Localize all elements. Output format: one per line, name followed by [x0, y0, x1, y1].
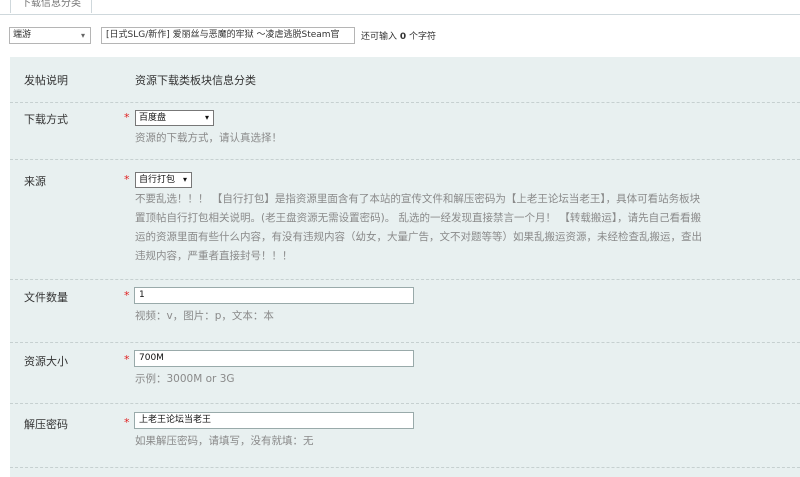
remaining-chars-text: 还可输入 0 个字符: [361, 29, 436, 42]
form-row-source: 来源 * 自行打包 ▾ 不要乱选！！！ 【自行打包】是指资源里面含有了本站的宣传…: [10, 159, 800, 280]
chevron-down-icon: ▾: [204, 113, 209, 122]
title-row: 端游 ▾ [日式SLG/新作] 爱丽丝与恶魔的牢狱 ～凌虐逃脱Steam官 还可…: [0, 26, 800, 46]
source-hint-line: 运的资源里面有些什么内容，有没有违规内容（幼女，大量广告，文不对题等等）如果乱搬…: [135, 231, 702, 243]
form-row-unzip-password: 解压密码 * 上老王论坛当老王 如果解压密码，请填写，没有就填：无: [10, 403, 800, 468]
required-mark: *: [124, 353, 130, 366]
chevron-down-icon: ▾: [182, 175, 187, 184]
unzip-password-hint: 如果解压密码，请填写，没有就填：无: [135, 435, 314, 447]
source-label: 来源: [24, 175, 46, 188]
unzip-password-input[interactable]: 上老王论坛当老王: [134, 412, 414, 429]
game-type-select-value: 端游: [13, 30, 32, 40]
game-type-select[interactable]: 端游 ▾: [9, 27, 91, 44]
resource-size-hint: 示例：3000M or 3G: [135, 373, 235, 385]
source-select[interactable]: 自行打包 ▾: [135, 172, 192, 188]
source-hint-line: 置顶帖自行打包相关说明。(老王盘资源无需设置密码)。 乱选的一经发现直接禁言一个…: [135, 212, 702, 224]
remain-count: 0: [399, 32, 407, 42]
file-count-hint: 视频：v，图片：p，文本：本: [135, 310, 274, 322]
required-mark: *: [124, 289, 130, 302]
form-row-download-method: 下载方式 * 百度盘 ▾ 资源的下载方式，请认真选择！: [10, 102, 800, 160]
download-method-select[interactable]: 百度盘 ▾: [135, 110, 214, 126]
file-count-input[interactable]: 1: [134, 287, 414, 304]
form-row-file-count: 文件数量 * 1 视频：v，图片：p，文本：本: [10, 279, 800, 343]
header-value: 资源下载类板块信息分类: [135, 74, 256, 87]
unzip-password-label: 解压密码: [24, 418, 68, 431]
remain-suffix: 个字符: [409, 32, 437, 42]
source-hint-line: 不要乱选！！！ 【自行打包】是指资源里面含有了本站的宣传文件和解压密码为【上老王…: [135, 193, 701, 205]
download-method-label: 下载方式: [24, 113, 68, 126]
thread-title-input[interactable]: [日式SLG/新作] 爱丽丝与恶魔的牢狱 ～凌虐逃脱Steam官: [101, 27, 355, 44]
required-mark: *: [124, 111, 130, 124]
top-tab-strip: 下载信息分类: [0, 0, 800, 15]
source-select-value: 自行打包: [139, 175, 176, 185]
source-hint-line: 违规内容，严重者直接封号！！！: [135, 250, 293, 262]
chevron-down-icon: ▾: [80, 31, 85, 40]
form-row-resource-size: 资源大小 * 700M 示例：3000M or 3G: [10, 342, 800, 404]
download-method-select-value: 百度盘: [139, 113, 167, 123]
form-row-header: 发帖说明 资源下载类板块信息分类: [10, 57, 800, 103]
remain-prefix: 还可输入: [361, 32, 398, 42]
resource-size-input[interactable]: 700M: [134, 350, 414, 367]
resource-size-label: 资源大小: [24, 355, 68, 368]
tab-download-info-category[interactable]: 下载信息分类: [10, 0, 92, 13]
required-mark: *: [124, 173, 130, 186]
download-method-hint: 资源的下载方式，请认真选择！: [135, 132, 282, 144]
header-label: 发帖说明: [24, 74, 68, 87]
info-form-panel: 发帖说明 资源下载类板块信息分类 下载方式 * 百度盘 ▾ 资源的下载方式，请认…: [10, 57, 800, 477]
file-count-label: 文件数量: [24, 291, 68, 304]
required-mark: *: [124, 416, 130, 429]
